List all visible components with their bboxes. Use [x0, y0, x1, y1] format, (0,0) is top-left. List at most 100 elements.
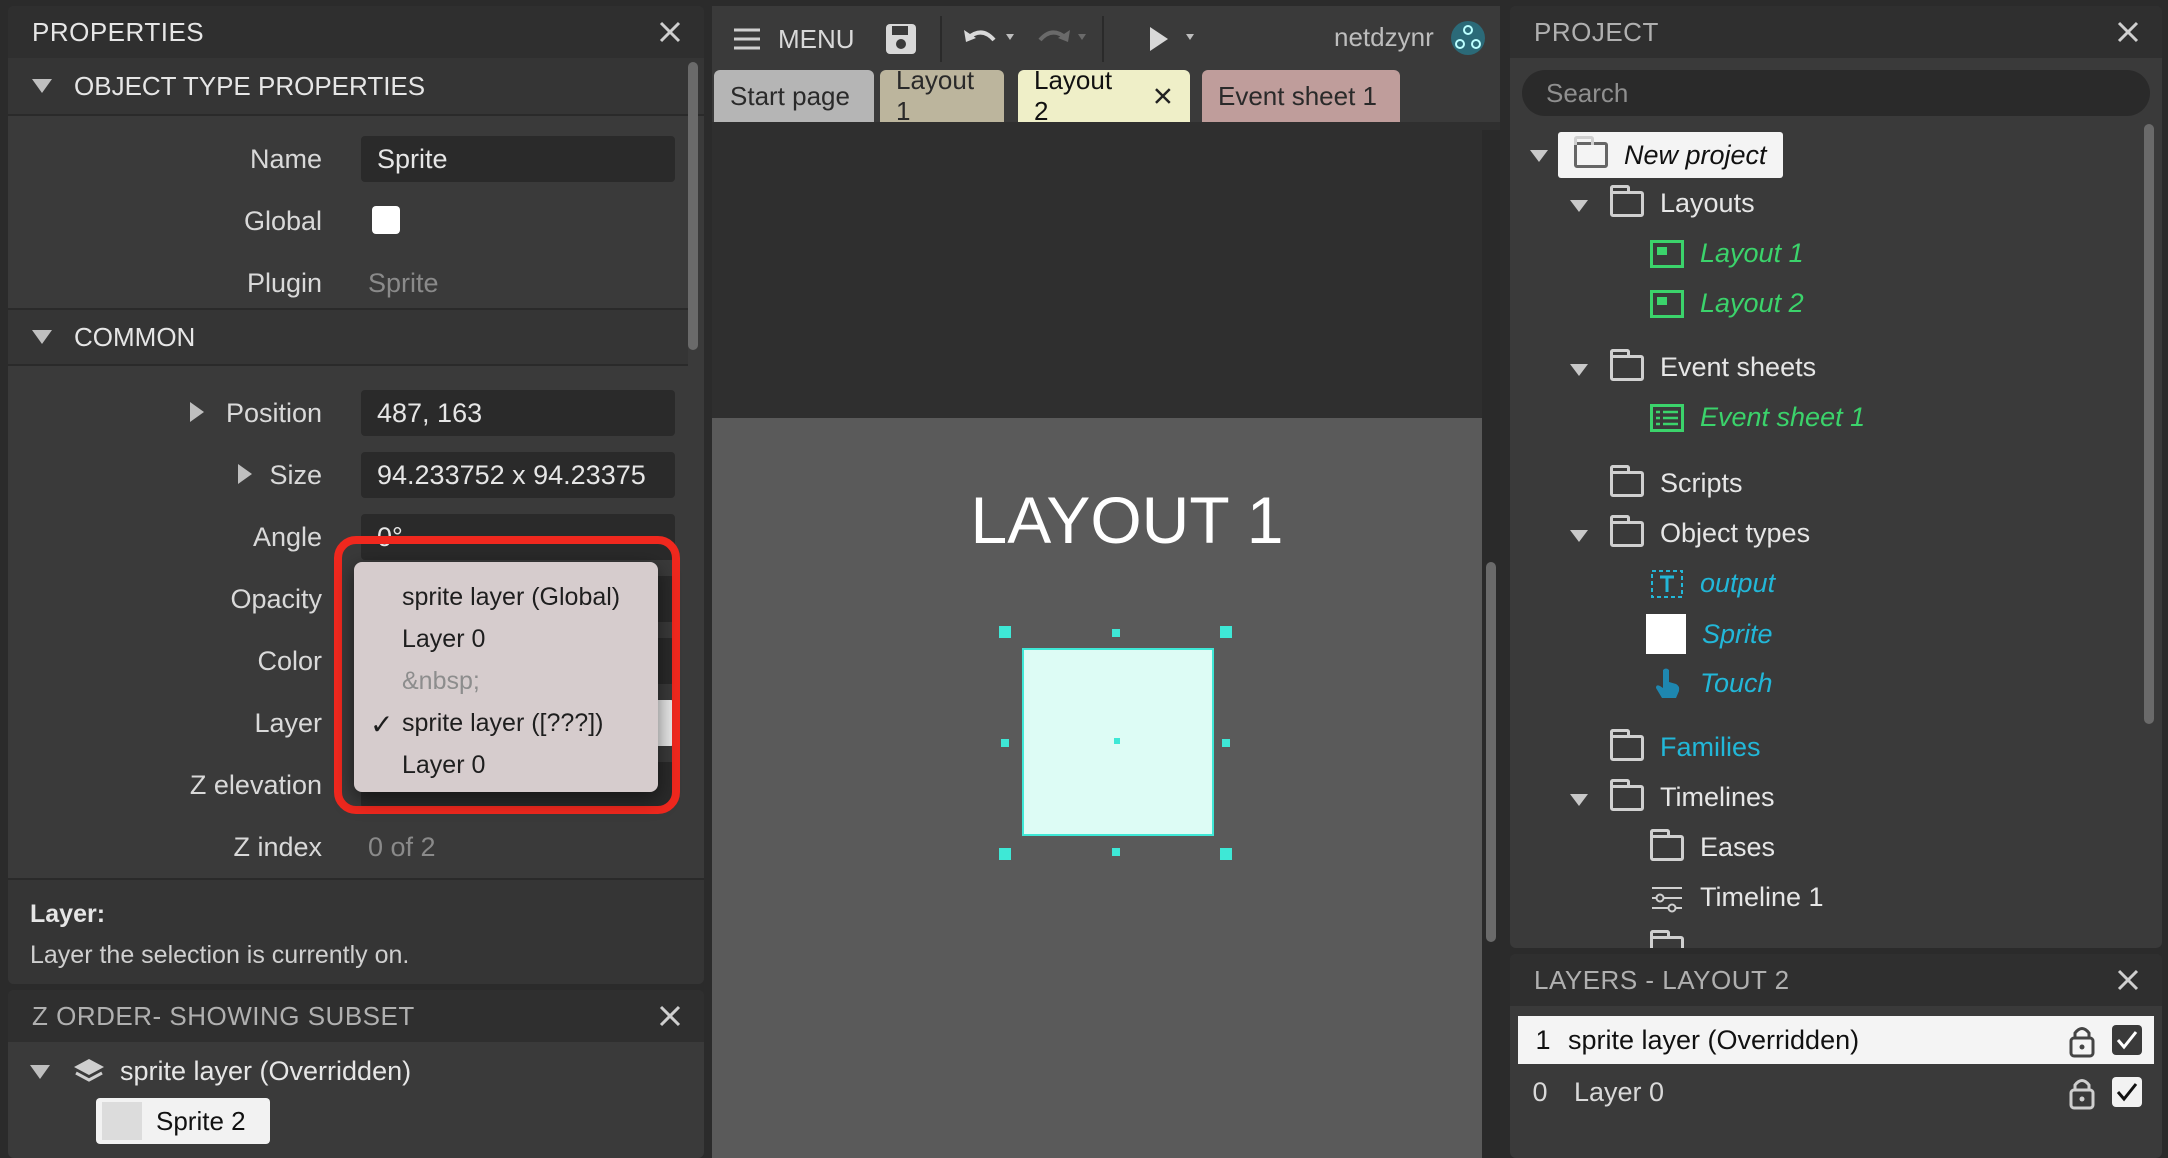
tree-folder-scripts[interactable]: Scripts: [1610, 464, 1743, 499]
tab-layout-2[interactable]: Layout 2: [1018, 65, 1190, 126]
tree-item-output[interactable]: output: [1650, 568, 1775, 599]
lock-icon[interactable]: [2068, 1076, 2096, 1110]
selected-sprite[interactable]: [1022, 648, 1214, 836]
resize-handle[interactable]: [1001, 739, 1009, 747]
tree-folder-timelines[interactable]: Timelines: [1610, 778, 1775, 813]
tree-folder-partial[interactable]: [1650, 930, 1700, 948]
project-scrollbar[interactable]: [2144, 124, 2154, 724]
color-label: Color: [257, 646, 322, 676]
properties-scrollbar[interactable]: [688, 62, 698, 350]
name-field[interactable]: Sprite: [361, 136, 675, 182]
size-field[interactable]: 94.233752 x 94.23375: [361, 452, 675, 498]
layer-label: Layer: [254, 708, 322, 738]
main-toolbar: MENU netdzynr: [712, 6, 1500, 72]
tab-layout-1[interactable]: Layout 1: [880, 65, 1004, 126]
layout-icon: [1650, 239, 1684, 268]
common-section[interactable]: COMMON: [8, 308, 688, 366]
close-icon[interactable]: [2112, 16, 2144, 48]
tree-item-layout-1[interactable]: Layout 1: [1650, 238, 1804, 269]
project-title: PROJECT: [1534, 16, 1659, 47]
tab-event-sheet-1[interactable]: Event sheet 1: [1202, 70, 1400, 122]
tree-item-timeline-1[interactable]: Timeline 1: [1650, 882, 1824, 913]
name-row: Name Sprite: [8, 136, 688, 182]
position-field[interactable]: 487, 163: [361, 390, 675, 436]
visibility-checkbox[interactable]: [2112, 1077, 2142, 1107]
lock-icon[interactable]: [2068, 1024, 2096, 1058]
item-label: Event sheet 1: [1700, 402, 1866, 432]
username[interactable]: netdzynr: [1334, 22, 1434, 53]
folder-icon: [1610, 514, 1644, 547]
tree-folder-layouts[interactable]: Layouts: [1610, 184, 1755, 219]
tree-item-touch[interactable]: Touch: [1650, 666, 1773, 700]
tab-label: Layout 1: [896, 65, 975, 126]
dropdown-option[interactable]: sprite layer (Global): [354, 576, 658, 618]
resize-handle[interactable]: [1220, 848, 1232, 860]
account-avatar-icon[interactable]: [1450, 20, 1486, 56]
resize-handle[interactable]: [999, 848, 1011, 860]
close-icon[interactable]: [1152, 85, 1174, 107]
tree-folder-event-sheets[interactable]: Event sheets: [1610, 348, 1816, 383]
tree-item-event-sheet-1[interactable]: Event sheet 1: [1650, 402, 1865, 433]
tree-folder-families[interactable]: Families: [1610, 728, 1761, 763]
tab-label: Event sheet 1: [1218, 80, 1377, 111]
item-label: Touch: [1700, 667, 1773, 698]
dropdown-option[interactable]: Layer 0: [354, 744, 658, 786]
close-icon[interactable]: [654, 16, 686, 48]
layout-title-text[interactable]: LAYOUT 1: [712, 482, 1482, 558]
folder-icon: [1610, 184, 1644, 217]
close-icon[interactable]: [654, 1000, 686, 1032]
layer-row-selected[interactable]: 1 sprite layer (Overridden): [1518, 1016, 2154, 1064]
undo-icon[interactable]: [962, 24, 1018, 54]
resize-handle[interactable]: [1222, 739, 1230, 747]
z-order-layer-row[interactable]: sprite layer (Overridden): [30, 1056, 411, 1087]
close-icon[interactable]: [2112, 964, 2144, 996]
z-order-sprite-item[interactable]: Sprite 2: [96, 1098, 270, 1144]
folder-icon: [1574, 136, 1608, 168]
expand-triangle-icon[interactable]: [238, 464, 252, 484]
save-icon[interactable]: [884, 22, 918, 56]
collapse-triangle-icon[interactable]: [1570, 364, 1588, 376]
project-search-input[interactable]: Search: [1522, 70, 2150, 116]
tree-folder-object-types[interactable]: Object types: [1610, 514, 1811, 549]
dropdown-option[interactable]: Layer 0: [354, 618, 658, 660]
resize-handle[interactable]: [1112, 629, 1120, 637]
play-icon[interactable]: [1146, 24, 1206, 54]
global-checkbox[interactable]: [372, 206, 400, 234]
tree-item-layout-2[interactable]: Layout 2: [1650, 288, 1804, 319]
tree-item-sprite[interactable]: Sprite: [1646, 614, 1773, 654]
resize-handle[interactable]: [1220, 626, 1232, 638]
checkmark-icon: [2116, 1083, 2138, 1102]
collapse-triangle-icon[interactable]: [1530, 150, 1548, 162]
dropdown-option-selected[interactable]: ✓ sprite layer ([???]): [354, 702, 658, 744]
item-label: Layout 2: [1700, 288, 1804, 318]
item-label: Layout 1: [1700, 238, 1804, 268]
project-root[interactable]: New project: [1558, 132, 1783, 178]
collapse-triangle-icon[interactable]: [1570, 200, 1588, 212]
checkmark-icon: [2116, 1031, 2138, 1050]
section-title: COMMON: [74, 321, 196, 352]
visibility-checkbox[interactable]: [2112, 1025, 2142, 1055]
tree-folder-eases[interactable]: Eases: [1650, 828, 1775, 863]
layer-name: Layer 0: [1574, 1076, 1665, 1107]
tab-label: Start page: [730, 80, 850, 111]
origin-point: [1114, 738, 1120, 744]
expand-triangle-icon[interactable]: [190, 402, 204, 422]
check-icon: ✓: [370, 709, 394, 740]
folder-icon: [1650, 828, 1684, 861]
plugin-value: Sprite: [368, 268, 439, 298]
layers-panel: LAYERS - LAYOUT 2 1 sprite layer (Overri…: [1510, 954, 2162, 1158]
item-label: Sprite: [1702, 618, 1773, 649]
resize-handle[interactable]: [999, 626, 1011, 638]
folder-label: Object types: [1660, 518, 1811, 548]
redo-icon[interactable]: [1036, 24, 1092, 54]
object-type-properties-section[interactable]: OBJECT TYPE PROPERTIES: [8, 58, 704, 116]
layer-row[interactable]: 0 Layer 0: [1518, 1068, 2154, 1116]
resize-handle[interactable]: [1112, 848, 1120, 856]
option-label: &nbsp;: [402, 666, 480, 695]
collapse-triangle-icon[interactable]: [1570, 530, 1588, 542]
properties-title: PROPERTIES: [32, 16, 205, 47]
layout-canvas[interactable]: LAYOUT 1: [712, 122, 1500, 1158]
collapse-triangle-icon[interactable]: [1570, 794, 1588, 806]
canvas-scrollbar[interactable]: [1486, 562, 1496, 942]
tab-start-page[interactable]: Start page: [714, 70, 874, 122]
